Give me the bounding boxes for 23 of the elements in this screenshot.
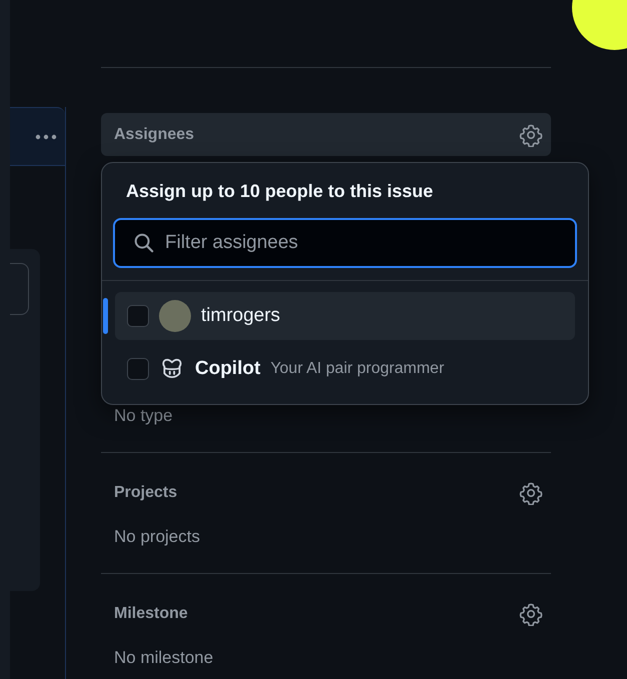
section-title: Assignees [114,126,194,144]
assignee-name: Copilot [195,358,260,380]
section-value: No type [114,406,174,426]
search-field[interactable]: Filter assignees [113,218,577,268]
avatar [159,300,191,332]
section-title: Projects [114,484,178,502]
section-value: No milestone [114,648,214,668]
section-title: Milestone [114,605,188,623]
settings-icon[interactable] [519,122,543,146]
settings-icon[interactable] [519,481,543,505]
checkbox[interactable] [127,305,149,327]
assignee-description: Your AI pair programmer [270,360,444,378]
assignee-name: timrogers [201,305,280,327]
checkbox[interactable] [127,358,149,380]
assignee-option[interactable]: Copilot Your AI pair programmer [115,350,575,388]
settings-icon[interactable] [519,602,543,626]
selection-indicator [103,298,108,334]
more-icon [35,134,57,140]
search-icon [133,232,155,254]
section-value: No projects [114,527,201,547]
search-input[interactable]: Filter assignees [165,232,557,254]
assignees-header[interactable]: Assignees [101,113,551,156]
popover-title: Assign up to 10 people to this issue [125,180,434,202]
